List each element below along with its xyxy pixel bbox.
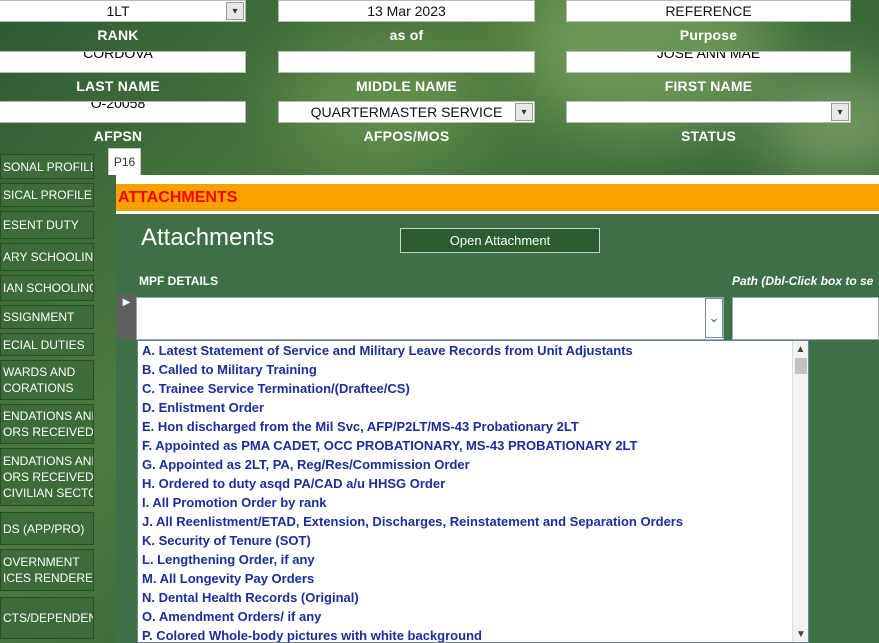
list-scrollbar[interactable]: ▲ ▼ — [792, 341, 808, 642]
afpsn-value: O-20058 — [90, 101, 146, 111]
list-item[interactable]: G. Appointed as 2LT, PA, Reg/Res/Commiss… — [138, 455, 808, 474]
last-name-label: LAST NAME — [76, 78, 160, 94]
sidebar-item-civilian-schooling[interactable]: IAN SCHOOLING — [0, 275, 94, 301]
page-title: Attachments — [141, 224, 275, 251]
list-item[interactable]: E. Hon discharged from the Mil Svc, AFP/… — [138, 417, 808, 436]
rank-value: 1LT — [106, 3, 130, 19]
sidebar-item-awards-decorations[interactable]: WARDS AND CORATIONS — [0, 360, 94, 400]
sidebar-item-records-app-pro[interactable]: DS (APP/PRO) — [0, 512, 94, 545]
list-item[interactable]: H. Ordered to duty asqd PA/CAD a/u HHSG … — [138, 474, 808, 493]
scroll-up-icon[interactable]: ▲ — [793, 341, 808, 357]
purpose-field[interactable]: REFERENCE — [566, 0, 851, 22]
first-name-field[interactable]: JOSE ANN MAE — [566, 51, 851, 73]
list-item[interactable]: I. All Promotion Order by rank — [138, 493, 808, 512]
sidebar-item-label: CTS/DEPENDENTS — [3, 611, 93, 625]
list-item[interactable]: J. All Reenlistment/ETAD, Extension, Dis… — [138, 512, 808, 531]
chevron-down-icon[interactable]: ▾ — [515, 103, 533, 121]
chevron-down-icon[interactable]: ⌄ — [705, 298, 723, 338]
afpsn-field[interactable]: O-20058 — [0, 101, 246, 123]
list-item[interactable]: N. Dental Health Records (Original) — [138, 588, 808, 607]
sidebar-item-commendations-military[interactable]: ENDATIONS AND ORS RECEIVED — [0, 404, 94, 444]
sidebar-item-personal-profile[interactable]: SONAL PROFILE — [0, 154, 94, 179]
afpos-value: QUARTERMASTER SERVICE — [310, 104, 503, 120]
list-item[interactable]: O. Amendment Orders/ if any — [138, 607, 808, 626]
chevron-down-icon[interactable]: ▾ — [831, 103, 849, 121]
asof-label: as of — [389, 27, 424, 43]
list-item[interactable]: K. Security of Tenure (SOT) — [138, 531, 808, 550]
sidebar-item-label: OVERNMENT ICES RENDERED — [3, 555, 94, 585]
status-label: STATUS — [680, 128, 737, 144]
chevron-down-icon[interactable]: ▾ — [226, 2, 244, 20]
last-name-field[interactable]: CORDOVA — [0, 51, 246, 73]
list-item[interactable]: B. Called to Military Training — [138, 360, 808, 379]
sidebar-item-contacts-dependents[interactable]: CTS/DEPENDENTS — [0, 597, 94, 639]
sidebar-item-commendations-civilian[interactable]: ENDATIONS AND ORS RECEIVED CIVILIAN SECT… — [0, 448, 94, 506]
list-item[interactable]: P. Colored Whole-body pictures with whit… — [138, 626, 808, 642]
record-pointer-icon: ▶ — [122, 297, 131, 308]
list-item[interactable]: F. Appointed as PMA CADET, OCC PROBATION… — [138, 436, 808, 455]
list-item[interactable]: M. All Longevity Pay Orders — [138, 569, 808, 588]
list-item[interactable]: C. Trainee Service Termination/(Draftee/… — [138, 379, 808, 398]
path-field[interactable] — [732, 297, 879, 340]
middle-name-label: MIDDLE NAME — [356, 78, 457, 94]
sidebar-item-label: SSIGNMENT — [3, 310, 75, 324]
open-attachment-button[interactable]: Open Attachment — [400, 228, 600, 253]
sidebar-item-label: DS (APP/PRO) — [3, 521, 85, 536]
list-item[interactable]: A. Latest Statement of Service and Milit… — [138, 341, 808, 360]
sidebar-item-label: SICAL PROFILE — [3, 188, 92, 202]
mpf-details-label: MPF DETAILS — [139, 274, 219, 288]
sidebar-item-military-schooling[interactable]: ARY SCHOOLING — [0, 243, 94, 271]
date-value: 13 Mar 2023 — [367, 3, 446, 19]
sidebar-item-present-duty[interactable]: ESENT DUTY — [0, 211, 94, 239]
path-label: Path (Dbl-Click box to se — [732, 274, 874, 288]
afpos-select[interactable]: QUARTERMASTER SERVICE ▾ — [278, 101, 535, 123]
sidebar-item-label: IAN SCHOOLING — [3, 281, 94, 295]
sidebar-item-label: WARDS AND CORATIONS — [3, 365, 76, 395]
list-item[interactable]: L. Lengthening Order, if any — [138, 550, 808, 569]
tab-p16[interactable]: P16 — [108, 148, 141, 175]
middle-name-field[interactable] — [278, 51, 535, 73]
purpose-label: Purpose — [679, 27, 738, 43]
sidebar-item-label: ENDATIONS AND ORS RECEIVED — [3, 409, 94, 439]
sidebar-item-government-services[interactable]: OVERNMENT ICES RENDERED — [0, 549, 94, 591]
rank-label: RANK — [97, 27, 139, 43]
sidebar-item-label: ENDATIONS AND ORS RECEIVED CIVILIAN SECT… — [3, 454, 94, 500]
attachments-bar: ATTACHMENTS — [116, 184, 879, 211]
date-field[interactable]: 13 Mar 2023 — [278, 0, 535, 22]
purpose-value: REFERENCE — [665, 3, 752, 19]
scroll-thumb[interactable] — [795, 358, 807, 374]
afpsn-label: AFPSN — [93, 128, 143, 144]
first-name-value: JOSE ANN MAE — [656, 51, 761, 61]
mpf-details-combo[interactable] — [136, 297, 724, 340]
record-selector[interactable]: ▶ — [117, 294, 136, 340]
list-item[interactable]: D. Enlistment Order — [138, 398, 808, 417]
status-select[interactable]: ▾ — [566, 101, 851, 123]
afpos-label: AFPOS/MOS — [363, 128, 450, 144]
sidebar-item-label: ESENT DUTY — [3, 218, 79, 232]
sidebar-item-label: ARY SCHOOLING — [3, 250, 94, 264]
sidebar-item-label: SONAL PROFILE — [3, 159, 94, 174]
last-name-value: CORDOVA — [83, 51, 153, 61]
scroll-down-icon[interactable]: ▼ — [793, 626, 808, 642]
rank-select[interactable]: 1LT ▾ — [0, 0, 246, 22]
mpf-dropdown-list[interactable]: A. Latest Statement of Service and Milit… — [137, 340, 809, 643]
sidebar-item-special-duties[interactable]: ECIAL DUTIES — [0, 333, 94, 356]
sidebar-item-label: ECIAL DUTIES — [3, 337, 85, 352]
attachments-bar-title: ATTACHMENTS — [118, 188, 238, 206]
sidebar-item-assignment[interactable]: SSIGNMENT — [0, 305, 94, 329]
sidebar-item-physical-profile[interactable]: SICAL PROFILE — [0, 183, 94, 207]
first-name-label: FIRST NAME — [664, 78, 753, 94]
